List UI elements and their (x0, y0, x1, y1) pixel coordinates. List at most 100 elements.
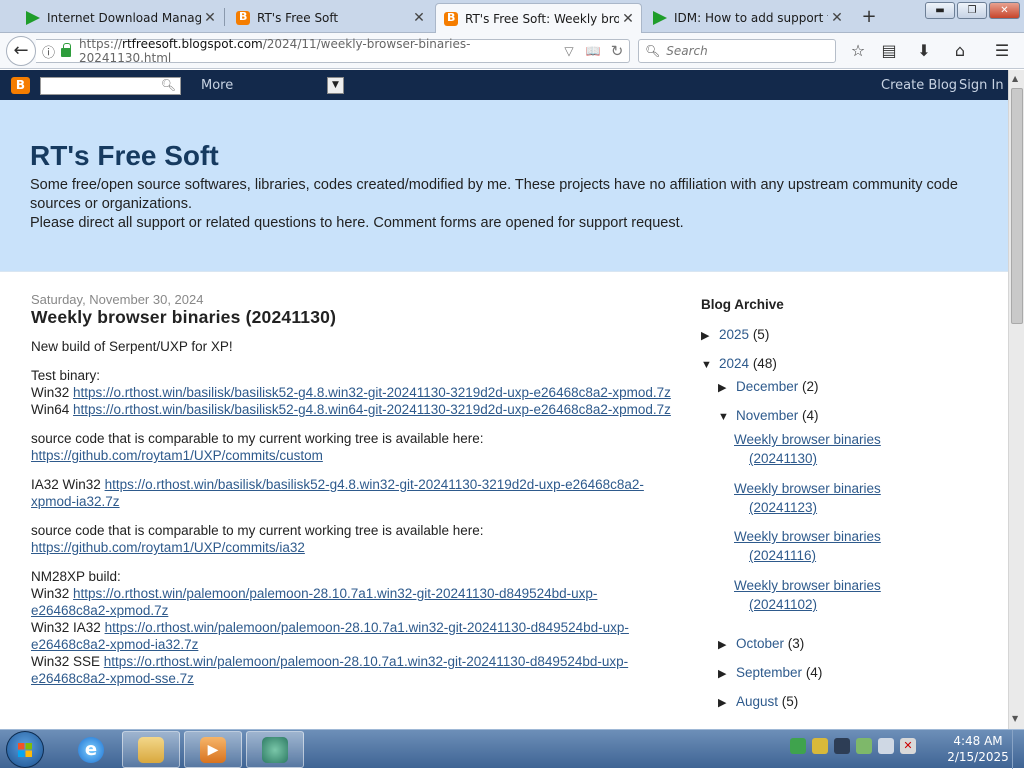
explorer-taskbar-button[interactable] (122, 731, 180, 768)
tray-security-icon[interactable] (856, 738, 872, 754)
tab-idm[interactable]: Internet Download Manager ✕ (18, 3, 223, 33)
menu-icon[interactable]: ☰ (990, 39, 1014, 63)
info-icon[interactable]: ⓘ (42, 42, 55, 61)
post-intro: New build of Serpent/UXP for XP! (31, 339, 233, 354)
maximize-button[interactable]: ❐ (957, 2, 987, 19)
close-icon[interactable]: ✕ (619, 11, 637, 27)
archive-year-2024[interactable]: ▼ 2024 (48) (701, 356, 777, 371)
blog-title[interactable]: RT's Free Soft (30, 140, 219, 172)
download-link[interactable]: https://o.rthost.win/basilisk/basilisk52… (73, 385, 671, 400)
internet-explorer-taskbar-button[interactable]: e (62, 731, 120, 768)
dropdown-icon[interactable]: ▽ (557, 44, 581, 58)
archive-month-december[interactable]: ▶ December (2) (718, 379, 819, 394)
window-close-button[interactable]: ✕ (989, 2, 1020, 19)
archive-post-link[interactable]: Weekly browser binaries (20241123) (734, 479, 881, 517)
clock-date: 2/15/2025 (947, 750, 1009, 764)
download-link[interactable]: https://o.rthost.win/palemoon/palemoon-2… (31, 654, 628, 686)
tab-idm-support[interactable]: IDM: How to add support fo ✕ (645, 3, 850, 33)
close-icon[interactable]: ✕ (410, 10, 428, 26)
archive-link[interactable]: September (736, 665, 802, 680)
archive-link[interactable]: December (736, 379, 798, 394)
archive-month-november[interactable]: ▼ November (4) (718, 408, 819, 423)
download-link[interactable]: https://o.rthost.win/basilisk/basilisk52… (73, 402, 671, 417)
description-line: Some free/open source softwares, librari… (30, 177, 958, 212)
collapse-triangle-icon[interactable]: ▼ (718, 411, 736, 423)
tray-monitor-icon[interactable] (878, 738, 894, 754)
source-block: source code that is comparable to my cur… (31, 522, 671, 556)
expand-triangle-icon[interactable]: ▶ (701, 329, 719, 342)
archive-month-august[interactable]: ▶ August (5) (718, 694, 798, 709)
blogger-navbar: B 🔍︎ More ▼ Create Blog Sign In (0, 70, 1008, 100)
bookmarks-list-icon[interactable]: ▤ (877, 39, 901, 63)
download-link[interactable]: https://o.rthost.win/basilisk/basilisk52… (31, 477, 644, 509)
archive-year-2025[interactable]: ▶ 2025 (5) (701, 327, 769, 342)
source-link[interactable]: https://github.com/roytam1/UXP/commits/c… (31, 448, 323, 463)
scrollbar-thumb[interactable] (1011, 88, 1023, 324)
section-label: NM28XP build: (31, 569, 121, 584)
scroll-down-arrow-icon[interactable]: ▼ (1012, 714, 1018, 723)
tab-label: Internet Download Manager (47, 11, 201, 25)
page-scrollbar[interactable]: ▲ ▼ (1008, 70, 1024, 729)
post-date: Saturday, November 30, 2024 (31, 292, 204, 307)
reload-icon[interactable]: ↻ (605, 42, 629, 60)
more-link[interactable]: More (201, 78, 233, 93)
search-icon[interactable]: 🔍︎ (161, 78, 176, 92)
archive-link[interactable]: August (736, 694, 778, 709)
reader-view-icon[interactable]: 📖 (581, 44, 605, 58)
platform-label: Win64 (31, 402, 70, 417)
minimize-button[interactable]: ▬ (925, 2, 955, 19)
tray-shield-icon[interactable] (812, 738, 828, 754)
download-link[interactable]: https://o.rthost.win/palemoon/palemoon-2… (31, 586, 597, 618)
description-line: Please direct all support or related que… (30, 215, 684, 231)
archive-link[interactable]: 2024 (719, 356, 749, 371)
show-desktop-button[interactable] (1012, 730, 1024, 769)
tray-app-icon[interactable] (834, 738, 850, 754)
url-bar[interactable]: ⓘ https://rtfreesoft.blogspot.com/2024/1… (36, 37, 630, 65)
archive-month-september[interactable]: ▶ September (4) (718, 665, 822, 680)
expand-triangle-icon[interactable]: ▶ (718, 667, 736, 680)
more-dropdown-button[interactable]: ▼ (327, 77, 344, 94)
expand-triangle-icon[interactable]: ▶ (718, 381, 736, 394)
archive-link[interactable]: October (736, 636, 784, 651)
archive-link[interactable]: 2025 (719, 327, 749, 342)
archive-heading: Blog Archive (701, 297, 784, 312)
expand-triangle-icon[interactable]: ▶ (718, 638, 736, 651)
download-link[interactable]: https://o.rthost.win/palemoon/palemoon-2… (31, 620, 629, 652)
blogger-icon (236, 10, 250, 25)
archive-count: (5) (752, 327, 770, 342)
blog-search-input[interactable]: 🔍︎ (40, 77, 181, 95)
archive-post-link[interactable]: Weekly browser binaries (20241130) (734, 430, 881, 468)
home-icon[interactable]: ⌂ (948, 39, 972, 63)
url-text[interactable]: https://rtfreesoft.blogspot.com/2024/11/… (79, 37, 557, 65)
archive-link[interactable]: November (736, 408, 798, 423)
tray-volume-muted-icon[interactable]: ✕ (900, 738, 916, 754)
archive-count: (5) (781, 694, 799, 709)
close-icon[interactable]: ✕ (828, 10, 846, 26)
archive-month-october[interactable]: ▶ October (3) (718, 636, 804, 651)
expand-triangle-icon[interactable]: ▶ (718, 696, 736, 709)
bookmark-star-icon[interactable]: ☆ (846, 39, 870, 63)
new-tab-button[interactable]: + (858, 6, 880, 28)
archive-post-link[interactable]: Weekly browser binaries (20241102) (734, 576, 881, 614)
close-icon[interactable]: ✕ (201, 10, 219, 26)
start-button[interactable] (6, 731, 44, 768)
blogger-logo-icon[interactable]: B (11, 77, 30, 94)
taskbar-clock[interactable]: 4:48 AM 2/15/2025 (942, 733, 1014, 765)
navigation-bar: ⓘ https://rtfreesoft.blogspot.com/2024/1… (0, 33, 1024, 69)
sign-in-link[interactable]: Sign In (959, 78, 1004, 93)
archive-count: (4) (802, 408, 819, 423)
serpent-browser-taskbar-button[interactable] (246, 731, 304, 768)
search-input[interactable]: 🔍︎ Search (638, 39, 836, 63)
lock-icon[interactable] (61, 43, 72, 57)
create-blog-link[interactable]: Create Blog (881, 78, 957, 93)
tab-weekly-browser-binaries[interactable]: RT's Free Soft: Weekly brows ✕ (435, 3, 642, 33)
tray-network-icon[interactable] (790, 738, 806, 754)
collapse-triangle-icon[interactable]: ▼ (701, 359, 719, 371)
back-button[interactable]: ← (6, 36, 36, 66)
scroll-up-arrow-icon[interactable]: ▲ (1012, 74, 1018, 83)
tab-rts-free-soft[interactable]: RT's Free Soft ✕ (228, 3, 432, 33)
media-player-taskbar-button[interactable]: ▶ (184, 731, 242, 768)
source-link[interactable]: https://github.com/roytam1/UXP/commits/i… (31, 540, 305, 555)
archive-post-link[interactable]: Weekly browser binaries (20241116) (734, 527, 881, 565)
downloads-icon[interactable]: ⬇ (912, 39, 936, 63)
